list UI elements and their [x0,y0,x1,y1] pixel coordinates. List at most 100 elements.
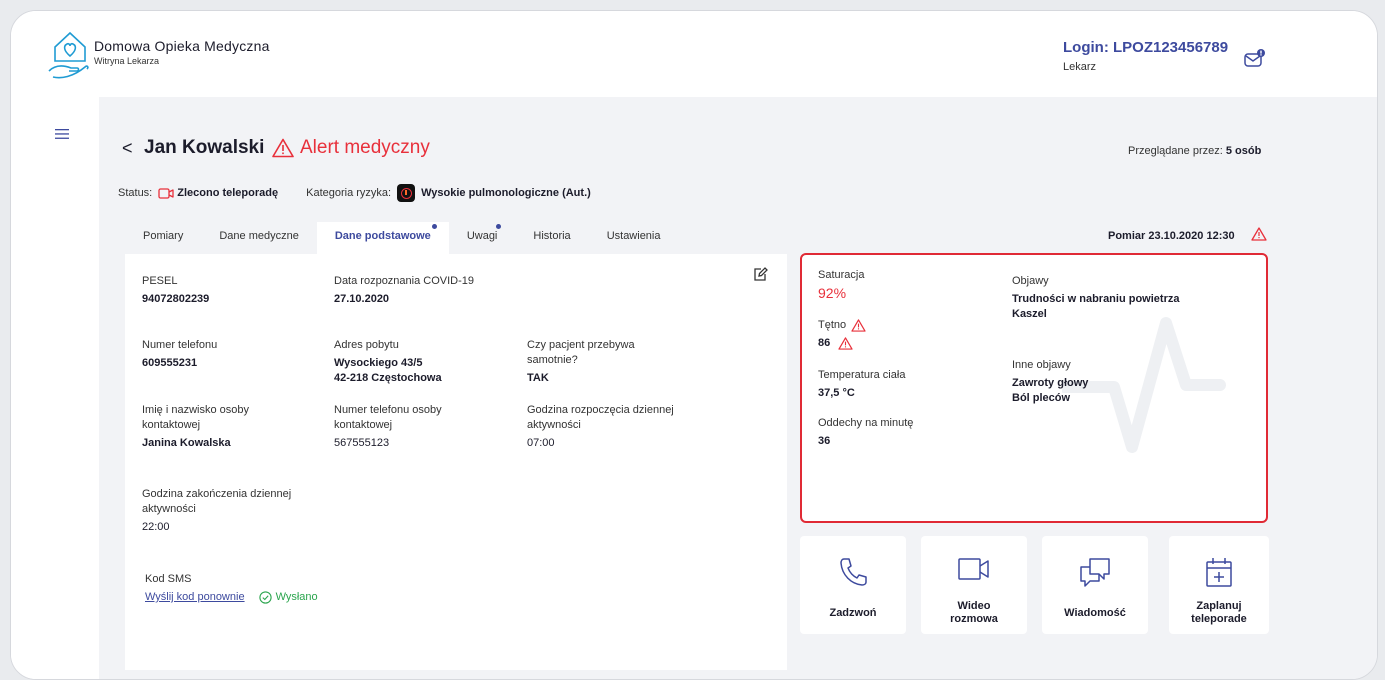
user-role: Lekarz [1063,61,1097,73]
warning-icon [838,337,853,350]
temperature-field: Temperatura ciała 37,5 °C [818,368,905,401]
sms-code-field: Kod SMS Wyślij kod ponownie Wysłano [145,572,318,605]
video-call-button[interactable]: Wideo rozmowa [921,536,1027,634]
status-value: Zlecono teleporadę [177,187,279,199]
chat-icon [1080,558,1110,587]
measurement-title: Pomiar 23.10.2020 12:30 [1108,230,1235,242]
back-button[interactable]: < [122,138,133,159]
activity-start-value: 07:00 [527,437,555,449]
saturation-label: Saturacja [818,269,865,281]
other-symptoms-field: Inne objawy Zawroty głowy Ból pleców [1012,358,1088,406]
tab-pomiary[interactable]: Pomiary [125,222,201,254]
top-bar: Domowa Opieka Medyczna Witryna Lekarza L… [11,11,1377,97]
tab-label: Pomiary [143,230,184,242]
symptoms-field: Objawy Trudności w nabraniu powietrza Ka… [1012,274,1179,322]
medical-alert-label: Alert medyczny [300,137,430,158]
mail-notification-icon[interactable] [1243,47,1267,69]
tab-historia[interactable]: Historia [515,222,588,254]
schedule-teleconsultation-button[interactable]: Zaplanuj teleporade [1169,536,1269,634]
risk-value: Wysokie pulmonologiczne (Aut.) [421,187,591,199]
breaths-value: 36 [818,435,831,447]
alone-field: Czy pacjent przebywa samotnie? TAK [527,338,635,386]
schedule-label-line1: Zaplanuj [1196,600,1242,612]
calendar-icon [1206,558,1232,587]
check-circle-icon [258,591,272,604]
symptoms-line1: Trudności w nabraniu powietrza [1012,293,1180,305]
phone-label: Numer telefonu [142,339,218,351]
basic-data-card [125,254,787,670]
activity-start-label-line2: aktywności [527,419,581,431]
tab-label: Ustawienia [606,230,661,242]
contact-name-field: Imię i nazwisko osoby kontaktowej Janina… [142,403,249,451]
tab-uwagi[interactable]: Uwagi [449,222,516,254]
breaths-label: Oddechy na minutę [818,417,914,429]
contact-phone-label-line1: Numer telefonu osoby [334,404,442,416]
video-label-line2: rozmowa [950,613,998,625]
saturation-value: 92% [818,285,847,301]
temperature-value: 37,5 °C [818,387,855,399]
alone-value: TAK [527,372,549,384]
pulse-label: Tętno [818,319,847,331]
phone-value: 609555231 [142,357,198,369]
covid-date-value: 27.10.2020 [334,293,390,305]
tab-dane-medyczne[interactable]: Dane medyczne [201,222,317,254]
alone-label-line1: Czy pacjent przebywa [527,339,635,351]
tab-bar: Pomiary Dane medyczne Dane podstawowe Uw… [125,222,785,254]
tab-ustawienia[interactable]: Ustawienia [589,222,679,254]
menu-icon[interactable] [55,129,69,139]
pesel-field: PESEL 94072802239 [142,274,209,307]
other-symptoms-line2: Ból pleców [1012,392,1071,404]
activity-end-field: Godzina zakończenia dziennej aktywności … [142,487,291,535]
viewers-count: Przeglądane przez: 5 osób [1128,145,1261,157]
contact-name-label-line1: Imię i nazwisko osoby [142,404,249,416]
other-symptoms-line1: Zawroty głowy [1012,377,1089,389]
covid-date-field: Data rozpoznania COVID-19 27.10.2020 [334,274,474,307]
warning-icon [1251,227,1267,241]
breaths-field: Oddechy na minutę 36 [818,416,913,449]
tab-label: Dane podstawowe [334,230,431,242]
symptoms-label: Objawy [1012,275,1049,287]
symptoms-line2: Kaszel [1012,308,1047,320]
video-camera-icon [158,187,174,199]
warning-icon [272,138,294,158]
pesel-label: PESEL [142,275,178,287]
warning-icon [851,319,866,332]
phone-field: Numer telefonu 609555231 [142,338,217,371]
tab-label: Dane medyczne [219,230,299,242]
address-label: Adres pobytu [334,339,399,351]
viewers-label: Przeglądane przez: [1128,145,1223,157]
saturation-field: Saturacja 92% [818,268,864,301]
sidebar [11,97,99,679]
sent-label: Wysłano [275,591,318,603]
alone-label-line2: samotnie? [527,354,578,366]
pulse-watermark-icon [1062,317,1226,453]
address-field: Adres pobytu Wysockiego 43/5 42-218 Częs… [334,338,442,386]
schedule-label-line2: teleporade [1191,613,1247,625]
contact-phone-field: Numer telefonu osoby kontaktowej 5675551… [334,403,442,451]
tab-label: Historia [533,230,571,242]
notification-dot [496,224,502,229]
contact-name-value: Janina Kowalska [142,437,231,449]
call-label: Zadzwoń [829,607,877,619]
activity-start-field: Godzina rozpoczęcia dziennej aktywności … [527,403,674,451]
tab-label: Uwagi [466,230,498,242]
tab-dane-podstawowe[interactable]: Dane podstawowe [316,222,449,254]
call-button[interactable]: Zadzwoń [800,536,906,634]
contact-phone-value: 567555123 [334,437,390,449]
other-symptoms-label: Inne objawy [1012,359,1071,371]
address-line2: 42-218 Częstochowa [334,372,442,384]
message-label: Wiadomość [1064,607,1126,619]
contact-phone-label-line2: kontaktowej [334,419,393,431]
login-label: Login: LPOZ123456789 [1063,39,1229,56]
status-label: Status: [118,187,153,199]
edit-icon[interactable] [752,266,768,282]
activity-start-label-line1: Godzina rozpoczęcia dziennej [527,404,674,416]
home-heart-logo-icon [48,31,89,79]
resend-code-link[interactable]: Wyślij kod ponownie [145,590,245,605]
risk-label: Kategoria ryzyka: [306,187,392,199]
video-camera-icon [958,558,989,580]
message-button[interactable]: Wiadomość [1042,536,1148,634]
pulse-field: Tętno 86 [818,318,866,351]
brand-subtitle: Witryna Lekarza [94,56,160,66]
notification-dot [431,224,437,229]
